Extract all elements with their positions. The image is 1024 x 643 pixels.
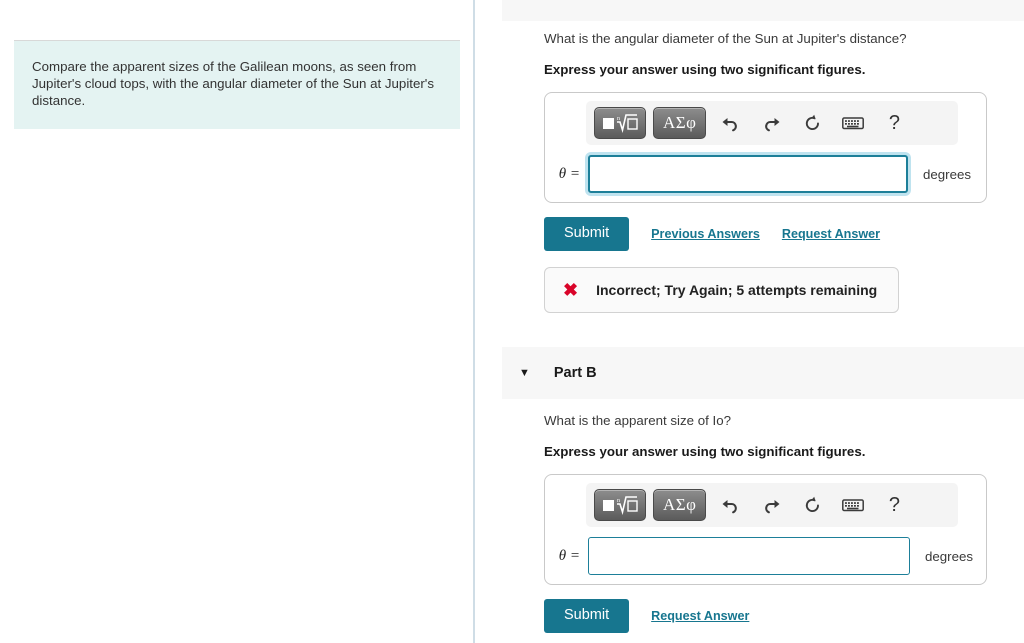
part-b-variable-label: θ = bbox=[558, 547, 580, 564]
part-b-field-row: θ = degrees bbox=[554, 537, 977, 575]
greek-letters-icon[interactable]: ΑΣφ bbox=[653, 107, 707, 139]
help-icon[interactable]: ? bbox=[877, 108, 911, 138]
redo-icon[interactable] bbox=[754, 490, 788, 520]
error-x-icon: ✖ bbox=[563, 279, 579, 300]
keyboard-icon[interactable] bbox=[836, 108, 870, 138]
part-b-answer-input[interactable] bbox=[588, 537, 910, 575]
part-a-submit-button[interactable]: Submit bbox=[544, 217, 630, 251]
part-a-field-row: θ = degrees bbox=[554, 155, 977, 193]
part-b-actions: Submit Request Answer bbox=[544, 599, 1024, 633]
page-root: Compare the apparent sizes of the Galile… bbox=[0, 0, 1024, 643]
greek-letters-icon[interactable]: ΑΣφ bbox=[653, 489, 707, 521]
part-b-body: What is the apparent size of Io? Express… bbox=[544, 412, 1024, 633]
part-a-feedback-box: ✖ Incorrect; Try Again; 5 attempts remai… bbox=[544, 266, 899, 313]
chevron-down-icon[interactable]: ▼ bbox=[519, 367, 530, 379]
panel-divider bbox=[473, 0, 475, 643]
part-a-previous-answers-link[interactable]: Previous Answers bbox=[651, 227, 760, 241]
square-root-icon[interactable]: n bbox=[594, 107, 646, 139]
undo-icon[interactable] bbox=[713, 490, 747, 520]
square-root-icon[interactable]: n bbox=[594, 489, 646, 521]
part-b-label: Part B bbox=[553, 365, 597, 381]
right-panel: What is the angular diameter of the Sun … bbox=[476, 0, 1024, 643]
part-a-math-toolbar: n ΑΣφ ? bbox=[586, 101, 958, 145]
undo-icon[interactable] bbox=[713, 108, 747, 138]
left-panel: Compare the apparent sizes of the Galile… bbox=[0, 0, 474, 643]
part-b-instruction: Express your answer using two significan… bbox=[544, 444, 866, 459]
part-b-request-answer-link[interactable]: Request Answer bbox=[651, 609, 749, 623]
part-a-answer-input[interactable] bbox=[588, 155, 908, 193]
part-a-variable-label: θ = bbox=[558, 165, 580, 182]
part-b-header[interactable]: ▼ Part B bbox=[502, 347, 1024, 399]
part-a-body: What is the angular diameter of the Sun … bbox=[544, 30, 1024, 313]
part-b-answer-card: n ΑΣφ ? θ = degrees bbox=[544, 474, 987, 585]
part-a-instruction: Express your answer using two significan… bbox=[544, 62, 866, 77]
svg-text:n: n bbox=[617, 116, 620, 122]
reset-icon[interactable] bbox=[795, 108, 829, 138]
part-a-header-band bbox=[502, 0, 1024, 21]
part-a-feedback-text: Incorrect; Try Again; 5 attempts remaini… bbox=[596, 281, 878, 298]
part-a-request-answer-link[interactable]: Request Answer bbox=[782, 227, 880, 241]
keyboard-icon[interactable] bbox=[836, 490, 870, 520]
svg-text:n: n bbox=[617, 498, 620, 504]
redo-icon[interactable] bbox=[754, 108, 788, 138]
part-a-question: What is the angular diameter of the Sun … bbox=[544, 31, 907, 46]
problem-instruction-box: Compare the apparent sizes of the Galile… bbox=[14, 40, 460, 129]
part-a-answer-card: n ΑΣφ ? θ = degrees bbox=[544, 92, 987, 203]
part-b-question: What is the apparent size of Io? bbox=[544, 413, 732, 428]
part-a-unit-label: degrees bbox=[923, 166, 972, 182]
help-icon[interactable]: ? bbox=[877, 490, 911, 520]
part-b-submit-button[interactable]: Submit bbox=[544, 599, 630, 633]
part-b-math-toolbar: n ΑΣφ ? bbox=[586, 483, 958, 527]
part-b-unit-label: degrees bbox=[925, 548, 974, 564]
part-a-actions: Submit Previous Answers Request Answer bbox=[544, 217, 1024, 251]
reset-icon[interactable] bbox=[795, 490, 829, 520]
